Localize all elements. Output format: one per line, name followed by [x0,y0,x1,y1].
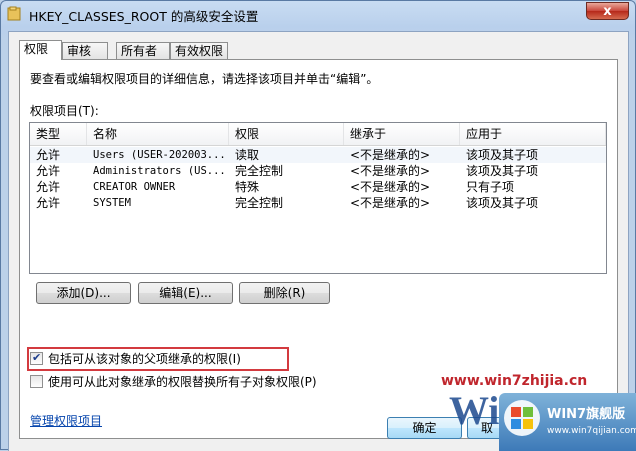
cell-type: 允许 [36,196,61,210]
cell-applies-to: 该项及其子项 [466,196,539,210]
close-button[interactable]: x [586,2,629,20]
cell-type: 允许 [36,164,61,178]
permission-entries-label: 权限项目(T): [30,104,99,118]
cell-permission: 完全控制 [235,196,284,210]
replace-child-permissions-checkbox[interactable] [30,375,43,388]
column-header-inherited-from[interactable]: 继承于 [344,123,460,145]
cell-name: CREATOR OWNER [93,181,176,193]
cell-name: SYSTEM [93,197,131,209]
cell-applies-to: 只有子项 [466,180,515,194]
watermark-logo-url: www.win7qijian.com [547,426,636,436]
cell-inherited-from: <不是继承的> [350,180,431,194]
permission-entries-list[interactable]: 类型 名称 权限 继承于 应用于 允许 Users (USER-202003..… [29,122,607,274]
table-row[interactable]: 允许 SYSTEM 完全控制 <不是继承的> 该项及其子项 [30,195,606,211]
cell-permission: 特殊 [235,180,260,194]
column-header-type[interactable]: 类型 [30,123,87,145]
table-row[interactable]: 允许 Administrators (US... 完全控制 <不是继承的> 该项… [30,163,606,179]
cell-inherited-from: <不是继承的> [350,148,431,162]
cell-inherited-from: <不是继承的> [350,164,431,178]
replace-child-permissions-label: 使用可从此对象继承的权限替换所有子对象权限(P) [48,375,317,389]
tab-owner[interactable]: 所有者 [116,42,170,59]
instruction-text: 要查看或编辑权限项目的详细信息，请选择该项目并单击“编辑”。 [30,72,379,86]
cell-applies-to: 该项及其子项 [466,148,539,162]
tab-permissions[interactable]: 权限 [19,40,62,60]
list-header: 类型 名称 权限 继承于 应用于 [30,123,606,146]
windows-logo-icon [504,400,540,436]
cell-type: 允许 [36,148,61,162]
watermark-logo: WIN7旗舰版 www.win7qijian.com [499,393,636,451]
manage-permission-entries-link[interactable]: 管理权限项目 [30,412,102,429]
highlight-box [27,347,289,371]
cell-name: Users (USER-202003... [93,149,226,161]
table-row[interactable]: 允许 Users (USER-202003... 读取 <不是继承的> 该项及其… [30,147,606,163]
watermark-logo-title: WIN7旗舰版 [547,407,626,422]
cell-permission: 读取 [235,148,260,162]
column-header-applies-to[interactable]: 应用于 [460,123,606,145]
cell-inherited-from: <不是继承的> [350,196,431,210]
edit-button[interactable]: 编辑(E)... [138,282,233,304]
folder-icon [7,6,21,21]
table-row[interactable]: 允许 CREATOR OWNER 特殊 <不是继承的> 只有子项 [30,179,606,195]
cell-name: Administrators (US... [93,165,226,177]
add-button[interactable]: 添加(D)... [36,282,131,304]
dialog-window: HKEY_CLASSES_ROOT 的高级安全设置 x 权限 审核 所有者 有效… [0,0,636,451]
window-title: HKEY_CLASSES_ROOT 的高级安全设置 [29,9,259,24]
cell-type: 允许 [36,180,61,194]
remove-button[interactable]: 删除(R) [239,282,330,304]
title-bar[interactable]: HKEY_CLASSES_ROOT 的高级安全设置 x [1,1,635,29]
cell-permission: 完全控制 [235,164,284,178]
column-header-name[interactable]: 名称 [87,123,229,145]
cell-applies-to: 该项及其子项 [466,164,539,178]
column-header-permission[interactable]: 权限 [229,123,344,145]
tab-effective-permissions[interactable]: 有效权限 [170,42,228,59]
tab-auditing[interactable]: 审核 [62,42,108,59]
